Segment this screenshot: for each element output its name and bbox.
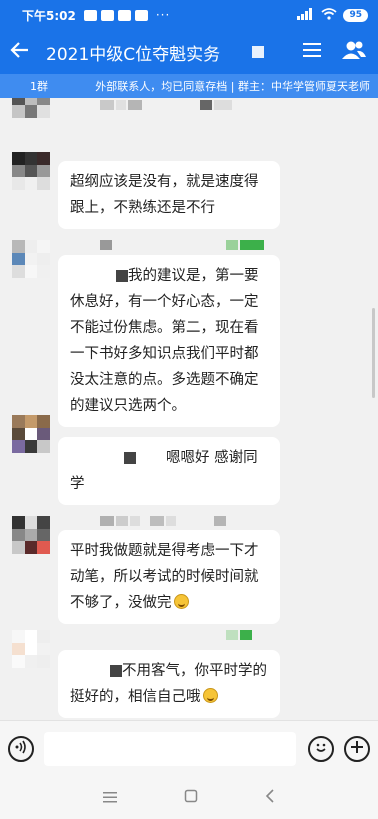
wifi-icon	[321, 7, 338, 23]
group-members-icon[interactable]	[342, 40, 366, 64]
smile-emoji-icon	[202, 688, 218, 703]
message-text: 不用客气，你平时学的挺好的，相信自己哦	[70, 663, 267, 705]
voice-button[interactable]	[8, 735, 34, 762]
status-more: ···	[155, 8, 171, 22]
mention-redaction	[116, 270, 128, 282]
avatar[interactable]	[12, 630, 50, 668]
mention-redaction	[124, 452, 136, 464]
avatar[interactable]	[12, 415, 50, 453]
notice-group-label: 1群	[30, 80, 48, 93]
menu-icon[interactable]	[302, 41, 322, 63]
voice-icon	[14, 739, 28, 758]
sender-name-redacted	[150, 516, 176, 526]
message-bubble[interactable]: 嗯嗯好 感谢同学	[58, 437, 280, 505]
message-bubble[interactable]: 平时我做题就是得考虑一下才动笔，所以考试的时候时间就不够了，没做完	[58, 530, 280, 624]
sender-name-redacted	[100, 100, 142, 110]
laughing-emoji-icon	[173, 594, 189, 609]
title-redaction	[252, 46, 264, 58]
status-time: 下午5:02	[22, 8, 76, 23]
message-input[interactable]	[44, 731, 296, 766]
message-input-bar	[0, 720, 378, 776]
sender-name-redacted	[200, 100, 232, 110]
emoji-icon	[313, 739, 329, 759]
mention-redaction	[110, 665, 122, 677]
more-actions-button[interactable]	[344, 735, 370, 762]
plus-icon	[350, 739, 364, 758]
battery-indicator: 95	[343, 8, 368, 22]
sender-name-redacted	[226, 630, 252, 640]
message-text: 我的建议是，第一要休息好，有一个好心态，一定不能过份焦虑。第二，现在看一下书好多…	[70, 268, 259, 414]
avatar[interactable]	[12, 98, 50, 118]
notice-text: 外部联系人，均已同意存档 | 群主：中华学管师夏天老师	[95, 80, 370, 93]
status-right: 95	[297, 7, 368, 23]
back-button[interactable]	[0, 30, 40, 74]
nav-back-icon[interactable]	[265, 788, 275, 807]
header-actions	[302, 40, 378, 64]
avatar[interactable]	[12, 240, 50, 278]
sender-name-redacted	[226, 240, 264, 250]
arrow-left-icon	[10, 40, 30, 64]
avatar[interactable]	[12, 516, 50, 554]
nav-menu-icon[interactable]	[103, 788, 118, 807]
group-notice-bar[interactable]: 1群 外部联系人，均已同意存档 | 群主：中华学管师夏天老师	[0, 74, 378, 98]
notification-app-icon	[100, 9, 114, 21]
chat-header: 2021中级C位夺魁实务	[0, 30, 378, 74]
message-bubble[interactable]: 超纲应该是没有，就是速度得跟上，不熟练还是不行	[58, 161, 280, 229]
scrollbar[interactable]	[372, 308, 375, 398]
emoji-button[interactable]	[308, 735, 334, 762]
system-nav-bar	[0, 776, 378, 819]
signal-icon	[297, 7, 315, 23]
message-text: 嗯嗯好 感谢同学	[70, 450, 258, 492]
message-text: 平时我做题就是得考虑一下才动笔，所以考试的时候时间就不够了，没做完	[70, 543, 259, 611]
sender-name-redacted	[100, 516, 140, 526]
sender-name-redacted	[100, 240, 112, 250]
chat-message-list[interactable]: 超纲应该是没有，就是速度得跟上，不熟练还是不行 我的建议是，第一要休息好，有一个…	[0, 98, 378, 720]
nav-home-icon[interactable]	[184, 788, 198, 807]
notification-app-icon	[134, 9, 148, 21]
notification-app-icon	[83, 9, 97, 21]
message-bubble[interactable]: 不用客气，你平时学的挺好的，相信自己哦	[58, 650, 280, 718]
status-bar: 下午5:02 ··· 95	[0, 0, 378, 30]
input-actions	[308, 735, 370, 762]
page-title: 2021中级C位夺魁实务	[46, 44, 221, 65]
avatar[interactable]	[12, 152, 50, 190]
notification-app-icon	[117, 9, 131, 21]
message-text: 超纲应该是没有，就是速度得跟上，不熟练还是不行	[70, 174, 259, 216]
sender-name-redacted	[214, 516, 226, 526]
status-app-icons: ···	[83, 8, 171, 22]
message-bubble[interactable]: 我的建议是，第一要休息好，有一个好心态，一定不能过份焦虑。第二，现在看一下书好多…	[58, 255, 280, 427]
